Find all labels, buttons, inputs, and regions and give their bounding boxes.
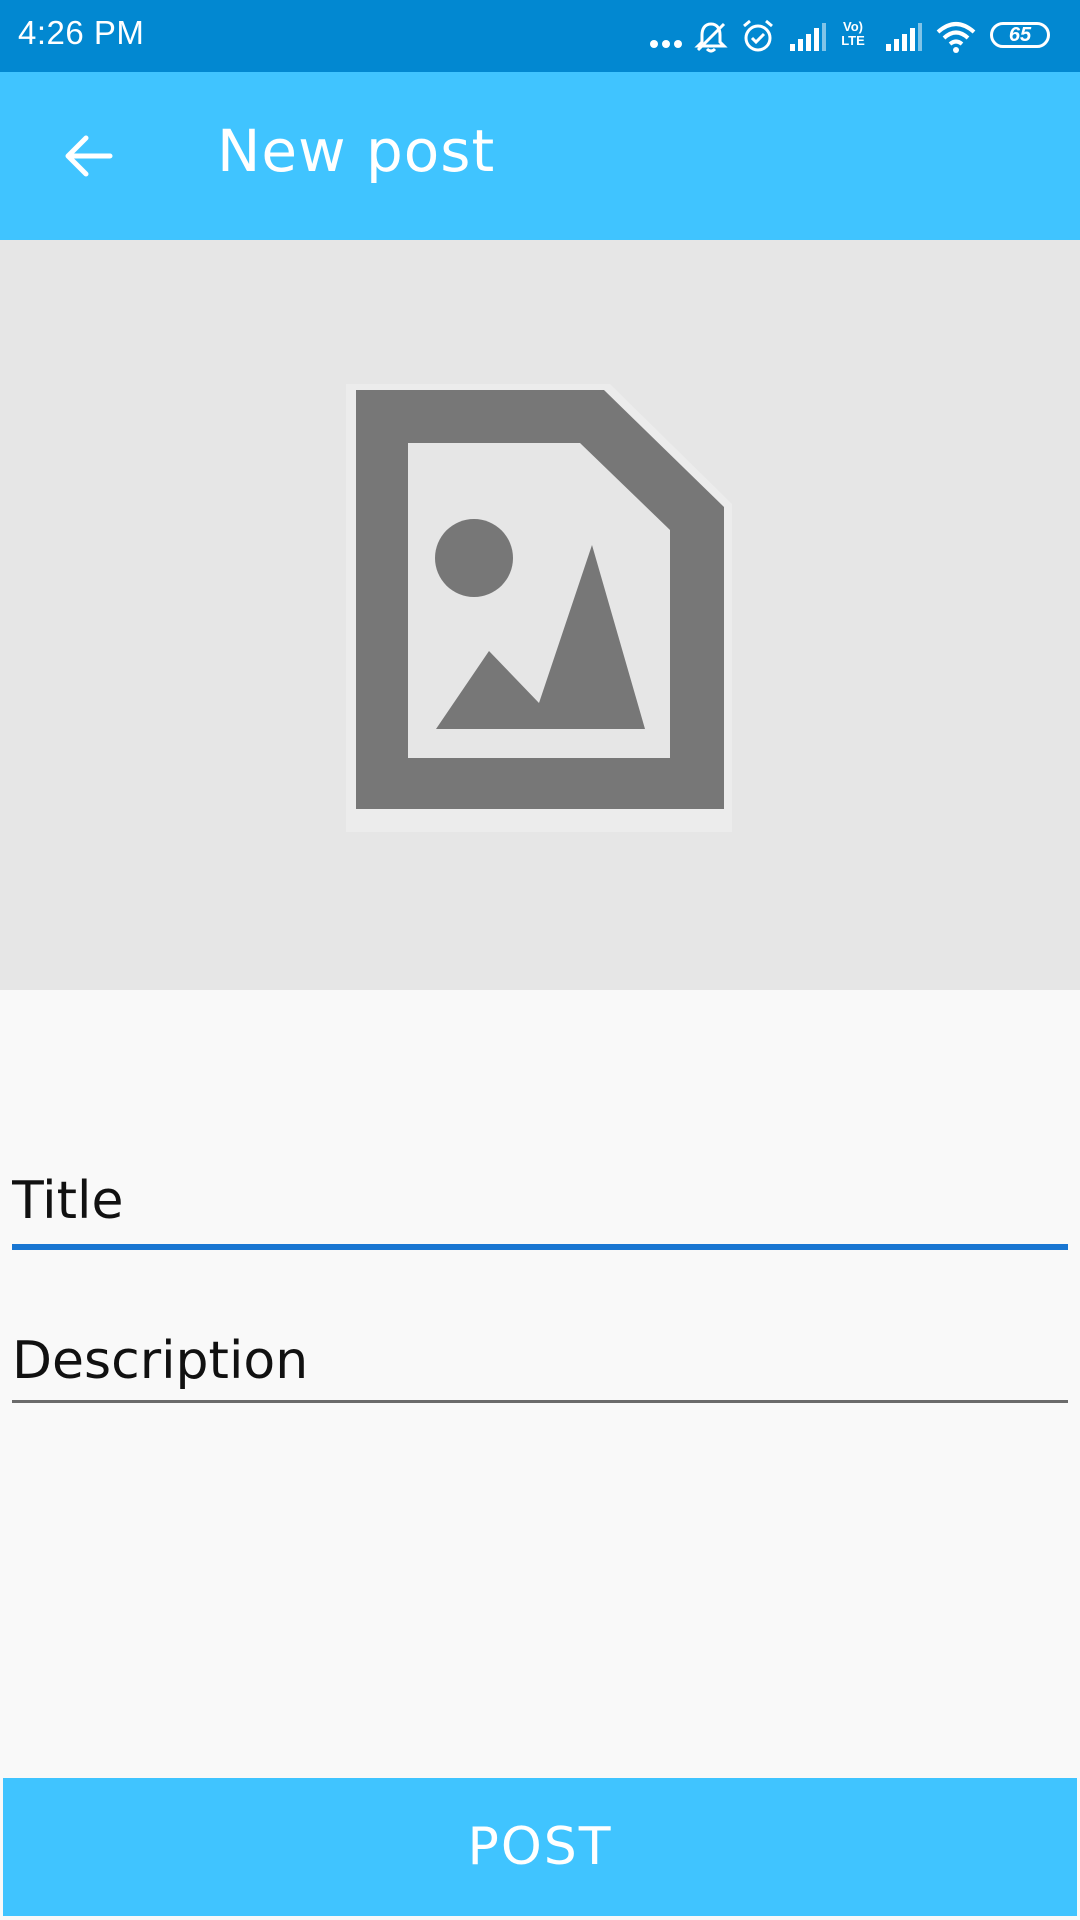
alarm-icon [743,19,773,52]
title-field[interactable] [12,1166,1068,1250]
title-input[interactable] [12,1166,1068,1236]
battery-level: 65 [1008,23,1032,46]
app-bar: New post [0,72,1080,240]
signal-icon-2 [886,23,922,51]
volte-icon: Vo) LTE [841,19,865,48]
back-button[interactable] [40,108,136,204]
battery-icon: 65 [990,22,1050,48]
title-underline [12,1244,1068,1250]
arrow-back-icon [65,135,113,177]
post-button[interactable]: POST [3,1778,1077,1916]
wifi-icon [936,22,976,53]
image-picker[interactable] [0,240,1080,990]
new-post-screen: 4:26 PM Vo) LTE 65 New post Title Descri… [0,0,1080,1920]
signal-icon [790,23,826,51]
description-input[interactable] [12,1326,1068,1396]
description-field[interactable] [12,1326,1068,1403]
bell-off-icon [694,22,728,53]
status-bar: 4:26 PM Vo) LTE 65 [0,0,1080,72]
page-title: New post [217,117,496,185]
image-placeholder-icon [346,384,732,832]
status-time: 4:26 PM [18,14,145,51]
status-icons: Vo) LTE 65 [644,0,1064,72]
more-dots-icon [650,40,682,48]
description-underline [12,1400,1068,1403]
